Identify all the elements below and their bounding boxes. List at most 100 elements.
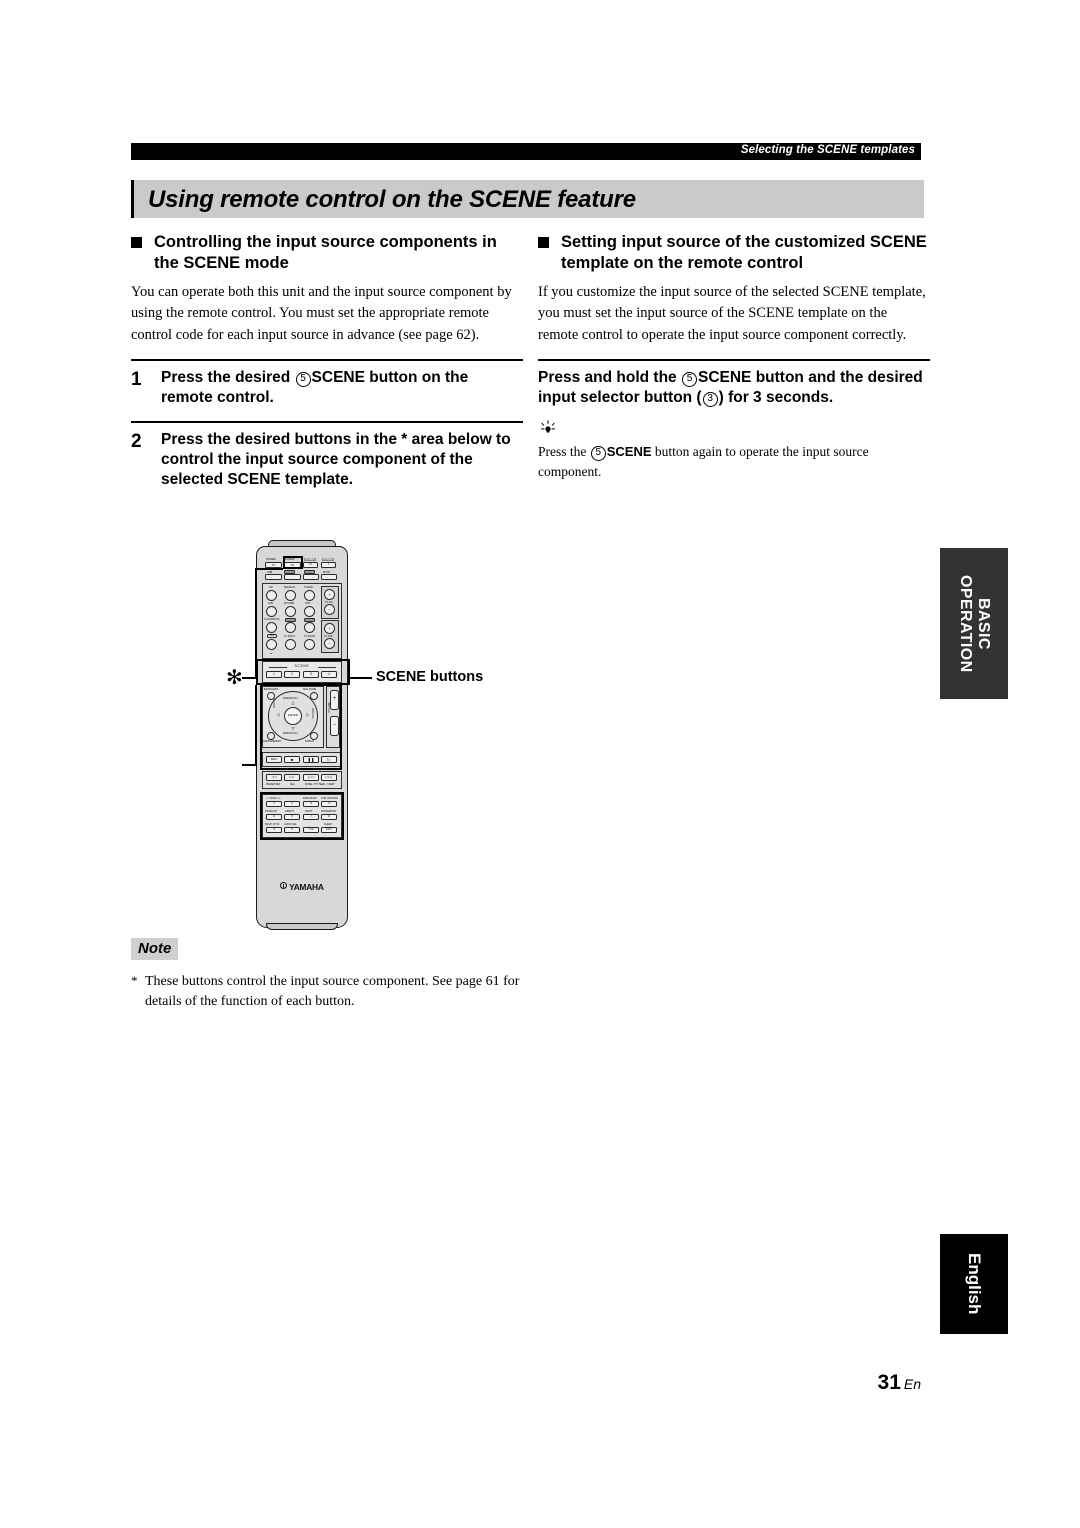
highlight-power-av (283, 556, 303, 569)
right-step-text-after: ) for 3 seconds. (718, 388, 834, 406)
left-column: Controlling the input source components … (131, 232, 523, 491)
dvd-label: DVD (268, 602, 274, 605)
tip-text-after: button again to operate the input source… (538, 444, 869, 479)
dvr-label: DVR (305, 602, 311, 605)
yamaha-logo-icon (280, 882, 287, 889)
step-1-number: 1 (131, 368, 142, 390)
cd-label: CD (269, 586, 273, 589)
tv-ch-down-icon: − (328, 606, 331, 612)
source-c3-button[interactable] (304, 621, 315, 633)
source-footnote-marker: ** (270, 651, 273, 656)
asterisk-bracket-lower (255, 685, 257, 766)
highlight-scene-row (256, 659, 350, 685)
tv-input-label: TV INPUT (284, 635, 296, 638)
square-bullet-icon (538, 237, 549, 248)
tip-icon (538, 420, 930, 439)
page-number-suffix: En (903, 1376, 921, 1392)
sep-round-button[interactable] (266, 639, 277, 650)
asterisk-leader-line (242, 677, 256, 679)
side-tab-basic-label: BASIC OPERATION (957, 574, 992, 673)
right-step: Press and hold the 5 SCENE button and the… (538, 368, 930, 408)
step-2-text: Press the desired buttons in the * area … (161, 431, 511, 489)
circled-number-3: 3 (702, 391, 718, 407)
note-item: * These buttons control the input source… (131, 972, 531, 1013)
mute-button[interactable] (321, 574, 337, 580)
step-2: 2 Press the desired buttons in the * are… (131, 430, 523, 490)
usb-button[interactable] (265, 574, 282, 580)
power-tv-label: POWER (266, 558, 276, 561)
code-a-button[interactable] (284, 574, 301, 580)
step-1-scene-word: SCENE (311, 368, 365, 386)
right-column: Setting input source of the customized S… (538, 232, 930, 482)
power-standby-label: POWER (304, 558, 316, 561)
tv-vol-up-icon: + (328, 625, 331, 631)
page-number: 31 En (845, 1371, 921, 1395)
step-1: 1 Press the desired 5 SCENE button on the… (131, 368, 523, 408)
sep-label: SEP (269, 634, 275, 638)
right-step-scene-word: SCENE (697, 368, 752, 386)
tv-mute-button[interactable] (304, 639, 315, 650)
tv-ch-up-icon: + (328, 591, 331, 597)
asterisk-bracket-upper-arm (255, 568, 283, 570)
tv-input-button[interactable] (285, 639, 296, 650)
source-c2-button[interactable] (285, 621, 296, 633)
step-divider-2 (131, 421, 523, 424)
power-standby-icon: ⏻ (309, 562, 312, 567)
md-cdr-button[interactable] (285, 589, 296, 601)
running-header-band: Selecting the SCENE templates (131, 143, 921, 160)
tip-text: Press the 5 SCENE button again to operate… (538, 442, 930, 481)
right-subheading: Setting input source of the customized S… (538, 232, 930, 274)
power-on-label: POWER (322, 558, 334, 561)
running-header-text: Selecting the SCENE templates (740, 144, 915, 156)
remote-bottom-nub (266, 923, 338, 930)
side-tab-english: English (940, 1234, 1008, 1334)
vaux-dock-label: V-AUX/DOCK (264, 618, 280, 621)
power-on-icon: I (328, 562, 329, 567)
right-step-text-before: Press and hold the (538, 368, 677, 386)
yamaha-wordmark: YAMAHA (289, 881, 324, 892)
dtv-cbl-button[interactable] (285, 605, 296, 617)
tv-mute-label: TV MUTE (304, 635, 316, 638)
left-subheading-text: Controlling the input source components … (154, 233, 497, 272)
note-asterisk: * (131, 973, 138, 988)
side-tab-basic-operation: BASIC OPERATION (940, 548, 1008, 699)
tv-vol-down-icon: − (328, 640, 331, 646)
tip-text-before: Press the (538, 444, 587, 460)
left-subheading: Controlling the input source components … (131, 232, 523, 274)
step-2-number: 2 (131, 431, 142, 453)
asterisk-marker: ✻ (226, 667, 243, 689)
page-number-value: 31 (877, 1371, 901, 1394)
dvd-button[interactable] (266, 605, 277, 617)
skip-fwd-icon: ▷▷| (325, 774, 333, 779)
remote-control-figure: ✻ SCENE buttons POWER TV POWER AV POWER … (222, 538, 522, 938)
highlight-keypad-area (260, 792, 344, 840)
section-title-bar: Using remote control on the SCENE featur… (131, 180, 924, 218)
square-bullet-icon (131, 237, 142, 248)
step-1-text: Press the desired 5 SCENE button on the r… (161, 368, 523, 408)
circled-number-5: 5 (681, 371, 697, 387)
circled-number-5: 5 (295, 371, 311, 387)
right-subheading-text: Setting input source of the customized S… (561, 233, 927, 272)
page-title: Using remote control on the SCENE featur… (148, 186, 636, 213)
sea-label: SEA (290, 782, 295, 786)
code-b-button[interactable] (303, 574, 319, 580)
step-divider (131, 358, 523, 361)
preset-set-label: PRESET/SET (266, 782, 281, 786)
highlight-control-area (260, 684, 342, 770)
dvr-button[interactable] (304, 605, 315, 617)
circled-number-5: 5 (590, 446, 606, 462)
right-body-paragraph: If you customize the input source of the… (538, 283, 926, 343)
tuner-button[interactable] (304, 589, 315, 601)
skip-back-icon: |◁◁ (307, 774, 315, 779)
note-block: Note * These buttons control the input s… (131, 938, 531, 1013)
vaux-dock-button[interactable] (266, 621, 277, 633)
note-text: These buttons control the input source c… (145, 974, 520, 1010)
search-back-icon: ◁◁ (271, 774, 277, 779)
cd-button[interactable] (266, 589, 277, 601)
pty-seek-label: MODE - PTY SEEK - START (305, 782, 335, 786)
scene-callout-leader (350, 677, 372, 679)
right-step-text: Press and hold the 5 SCENE button and the… (538, 368, 930, 408)
right-step-divider (538, 358, 930, 361)
md-cdr-label: MD/CD-R (284, 586, 295, 589)
left-body-paragraph: You can operate both this unit and the i… (131, 283, 512, 343)
